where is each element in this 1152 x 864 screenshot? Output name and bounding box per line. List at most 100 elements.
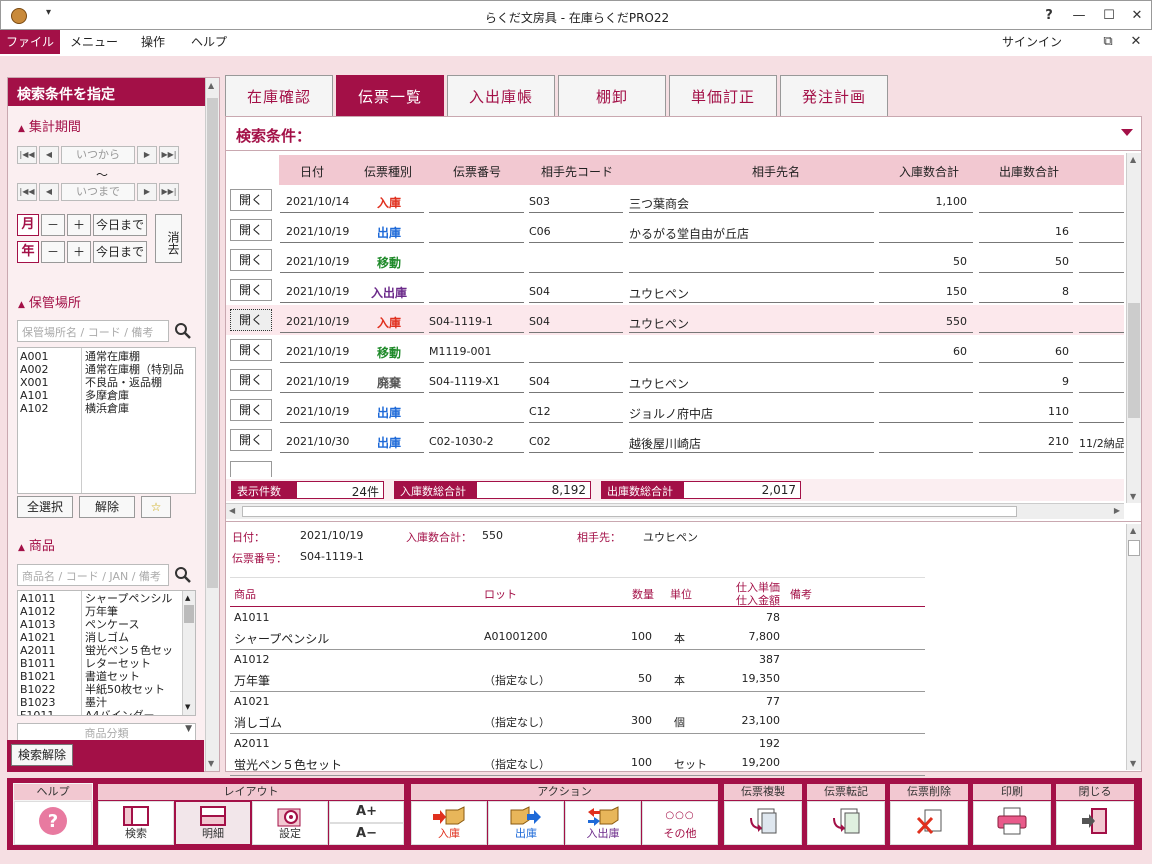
product-list-scrollbar[interactable]: ▲ ▼ bbox=[182, 591, 195, 715]
product-name[interactable]: 書道セット bbox=[85, 670, 140, 683]
open-button[interactable]: 開く bbox=[230, 399, 272, 421]
col-out-total[interactable]: 出庫数合計 bbox=[979, 163, 1079, 180]
product-code[interactable]: B1022 bbox=[20, 683, 56, 696]
product-code[interactable]: A1012 bbox=[20, 605, 56, 618]
col-partner-name[interactable]: 相手先名 bbox=[729, 163, 823, 180]
maximize-button[interactable]: ☐ bbox=[1097, 5, 1121, 27]
month-minus-button[interactable]: － bbox=[41, 214, 65, 236]
open-button[interactable]: 開く bbox=[230, 369, 272, 391]
detail-line[interactable]: A1011 シャープペンシル A01001200 100 本 78 7,800 bbox=[230, 608, 925, 650]
search-conditions-bar[interactable]: 検索条件： bbox=[226, 117, 1141, 151]
detail-line[interactable]: A1021 消しゴム （指定なし） 300 個 77 23,100 bbox=[230, 692, 925, 734]
table-row[interactable]: 開く 2021/10/19 出庫 C06 かるがる堂自由が丘店 16 bbox=[226, 215, 1124, 245]
col-date[interactable]: 日付 bbox=[287, 163, 337, 180]
location-name[interactable]: 多摩倉庫 bbox=[85, 389, 129, 402]
grid-vertical-scrollbar[interactable]: ▲ ▼ bbox=[1126, 153, 1141, 503]
table-row[interactable]: 開く 2021/10/19 移動 M1119-001 60 60 bbox=[226, 335, 1124, 365]
from-first-button[interactable]: |◀◀ bbox=[17, 146, 37, 164]
tab-0[interactable]: 在庫確認 bbox=[225, 75, 333, 117]
col-in-total[interactable]: 入庫数合計 bbox=[879, 163, 979, 180]
product-code[interactable]: A1021 bbox=[20, 631, 56, 644]
location-name[interactable]: 不良品・返品棚 bbox=[85, 376, 162, 389]
product-name[interactable]: 墨汁 bbox=[85, 696, 107, 709]
open-button[interactable] bbox=[230, 461, 272, 477]
product-code[interactable]: B1011 bbox=[20, 657, 56, 670]
product-code[interactable]: A2011 bbox=[20, 644, 56, 657]
product-name[interactable]: 蛍光ペン５色セッ bbox=[85, 644, 173, 657]
year-plus-button[interactable]: ＋ bbox=[67, 241, 91, 263]
product-code[interactable]: B1023 bbox=[20, 696, 56, 709]
help-icon[interactable]: ? bbox=[1037, 5, 1061, 27]
settings-button[interactable]: 設定 bbox=[252, 801, 328, 845]
tab-4[interactable]: 単価訂正 bbox=[669, 75, 777, 117]
menu-operation[interactable]: 操作 bbox=[130, 30, 176, 54]
product-name[interactable]: ペンケース bbox=[85, 618, 139, 631]
product-section-header[interactable]: ▲ 商品 bbox=[8, 531, 205, 555]
product-search-input[interactable]: 商品名 / コード / JAN / 備考 bbox=[17, 564, 169, 586]
open-button[interactable]: 開く bbox=[230, 219, 272, 241]
from-prev-button[interactable]: ◀ bbox=[39, 146, 59, 164]
open-button[interactable]: 開く bbox=[230, 339, 272, 361]
year-button[interactable]: 年 bbox=[17, 241, 39, 263]
grid-horizontal-scrollbar[interactable]: ◀ ▶ bbox=[226, 503, 1124, 519]
location-code[interactable]: X001 bbox=[20, 376, 49, 389]
location-name[interactable]: 通常在庫棚 bbox=[85, 350, 140, 363]
year-minus-button[interactable]: － bbox=[41, 241, 65, 263]
menu-help[interactable]: ヘルプ bbox=[184, 30, 234, 54]
restore-button[interactable]: ⧉ bbox=[1096, 31, 1120, 53]
detail-line[interactable]: A2011 蛍光ペン５色セット （指定なし） 100 セット 192 19,200 bbox=[230, 734, 925, 776]
product-code[interactable]: B1021 bbox=[20, 670, 56, 683]
font-larger-button[interactable]: A+ bbox=[329, 801, 404, 823]
product-name[interactable]: シャープペンシル bbox=[85, 592, 172, 605]
location-list[interactable]: A001 通常在庫棚 A002 通常在庫棚（特別品 X001 不良品・返品棚 A101 多摩倉… bbox=[17, 347, 196, 494]
col-type[interactable]: 伝票種別 bbox=[353, 163, 423, 180]
col-slip-no[interactable]: 伝票番号 bbox=[437, 163, 517, 180]
transfer-slip-button[interactable] bbox=[807, 801, 885, 845]
table-row[interactable]: 開く 2021/10/19 移動 50 50 bbox=[226, 245, 1124, 275]
delete-slip-button[interactable] bbox=[890, 801, 968, 845]
close-screen-button[interactable] bbox=[1056, 801, 1134, 845]
month-today-button[interactable]: 今日まで bbox=[93, 214, 147, 236]
signin-link[interactable]: サインイン bbox=[1002, 30, 1062, 54]
product-search-icon[interactable] bbox=[174, 566, 192, 584]
layout-search-button[interactable]: 検索 bbox=[98, 801, 174, 845]
detail-line[interactable]: A1012 万年筆 （指定なし） 50 本 387 19,350 bbox=[230, 650, 925, 692]
product-name[interactable]: A4バインダー bbox=[85, 709, 155, 715]
product-name[interactable]: 万年筆 bbox=[85, 605, 118, 618]
month-button[interactable]: 月 bbox=[17, 214, 39, 236]
to-date-field[interactable]: いつまで bbox=[61, 183, 135, 201]
location-code[interactable]: A002 bbox=[20, 363, 49, 376]
open-button[interactable]: 開く bbox=[230, 429, 272, 451]
open-button[interactable]: 開く bbox=[230, 189, 272, 211]
expand-conditions-icon[interactable] bbox=[1121, 129, 1133, 136]
font-smaller-button[interactable]: A− bbox=[329, 823, 404, 845]
clear-search-button[interactable]: 検索解除 bbox=[11, 744, 73, 766]
layout-detail-button[interactable]: 明細 bbox=[175, 801, 251, 845]
table-row[interactable]: 開く 2021/10/19 廃棄 S04-1119-X1 S04 ユウヒペン 9 bbox=[226, 365, 1124, 395]
product-name[interactable]: レターセット bbox=[85, 657, 151, 670]
copy-slip-button[interactable] bbox=[724, 801, 802, 845]
minimize-button[interactable]: — bbox=[1067, 5, 1091, 27]
table-row[interactable]: 開く 2021/10/30 出庫 C02-1030-2 C02 越後屋川崎店 210 11/2… bbox=[226, 425, 1124, 455]
table-row[interactable]: 開く 2021/10/19 入庫 S04-1119-1 S04 ユウヒペン 550 bbox=[226, 305, 1124, 335]
action-other-button[interactable]: ○○○ その他 bbox=[642, 801, 718, 845]
to-first-button[interactable]: |◀◀ bbox=[17, 183, 37, 201]
product-list[interactable]: ▲ ▼ A1011 シャープペンシル A1012 万年筆 A1013 ペンケース A1021… bbox=[17, 590, 196, 716]
close-document-button[interactable]: ✕ bbox=[1124, 31, 1148, 53]
product-code[interactable]: A1011 bbox=[20, 592, 56, 605]
action-in-button[interactable]: 入庫 bbox=[411, 801, 487, 845]
search-panel-scrollbar[interactable]: ▲ ▼ bbox=[205, 78, 219, 771]
product-name[interactable]: 半紙50枚セット bbox=[85, 683, 165, 696]
location-search-icon[interactable] bbox=[174, 322, 192, 340]
action-inout-button[interactable]: 入出庫 bbox=[565, 801, 641, 845]
print-button[interactable] bbox=[973, 801, 1051, 845]
period-clear-button[interactable]: 消去 bbox=[155, 214, 182, 263]
table-row[interactable]: 開く 2021/10/19 出庫 C12 ジョルノ府中店 110 bbox=[226, 395, 1124, 425]
to-last-button[interactable]: ▶▶| bbox=[159, 183, 179, 201]
table-row[interactable]: 開く 2021/10/14 入庫 S03 三つ葉商会 1,100 bbox=[226, 185, 1124, 215]
from-last-button[interactable]: ▶▶| bbox=[159, 146, 179, 164]
to-next-button[interactable]: ▶ bbox=[137, 183, 157, 201]
tab-3[interactable]: 棚卸 bbox=[558, 75, 666, 117]
location-code[interactable]: A001 bbox=[20, 350, 49, 363]
location-code[interactable]: A102 bbox=[20, 402, 49, 415]
